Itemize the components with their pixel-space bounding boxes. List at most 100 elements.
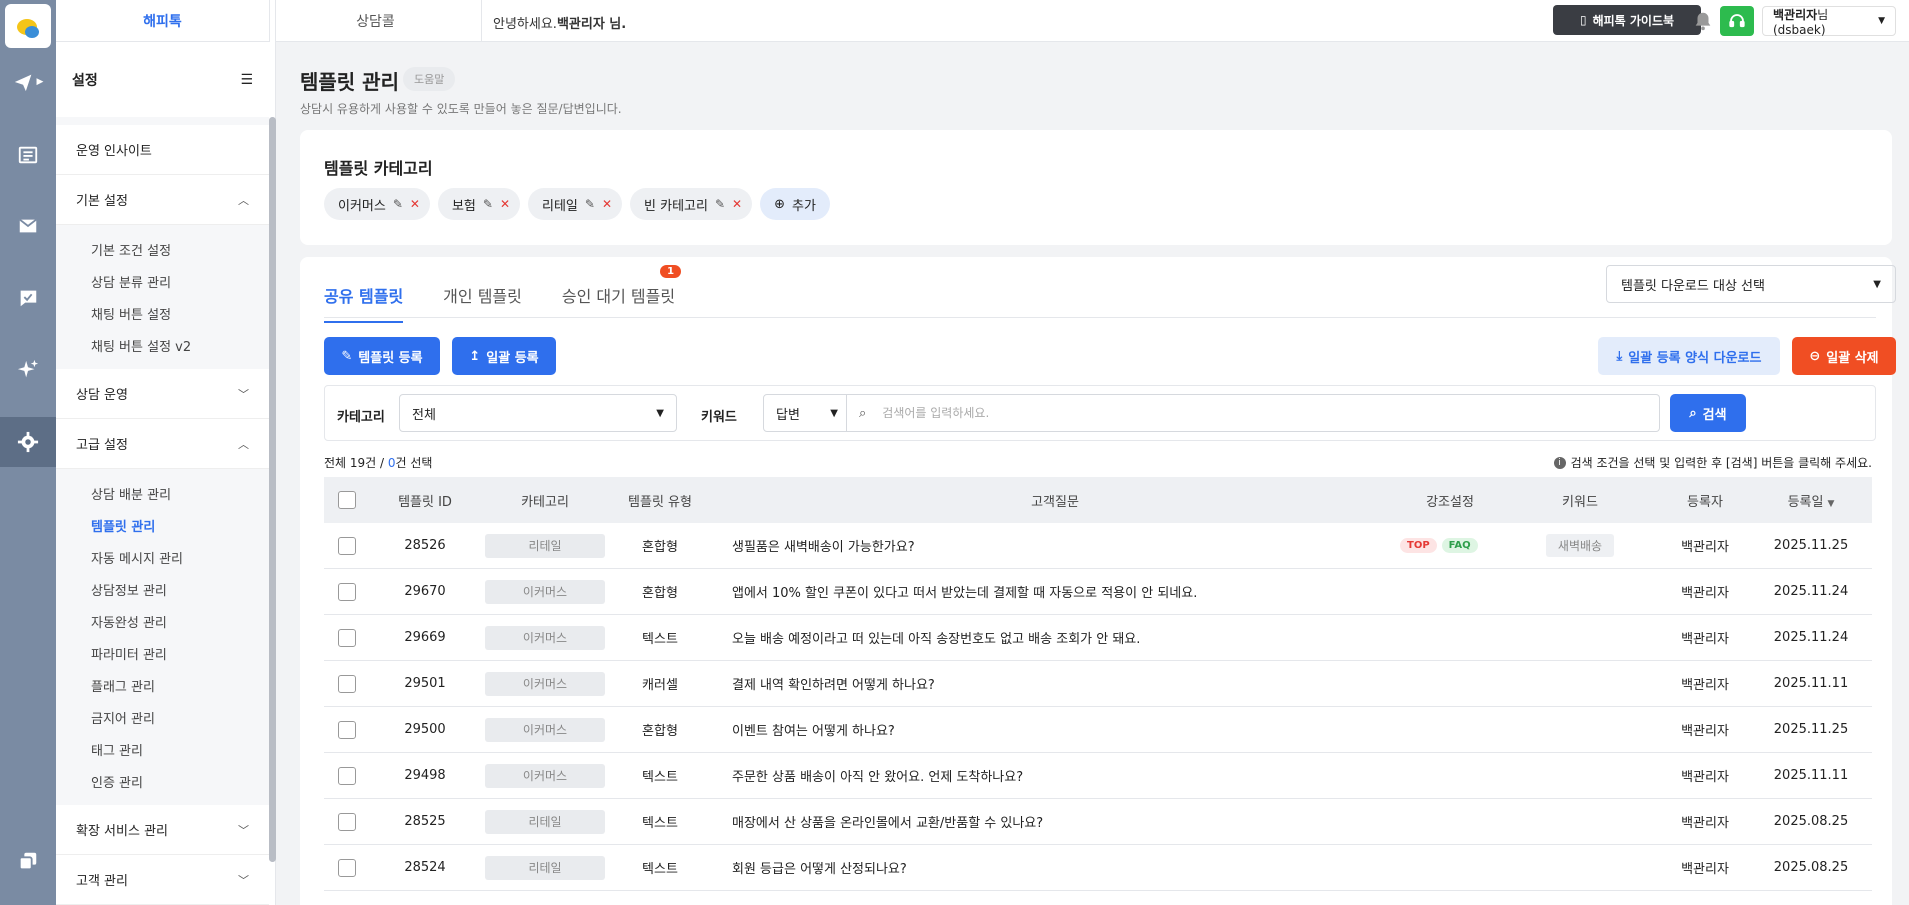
row-checkbox[interactable] xyxy=(338,582,356,601)
sidebar-item[interactable]: 채팅 버튼 설정 v2 xyxy=(56,329,269,361)
table-row[interactable]: 29669 이커머스 텍스트 오늘 배송 예정이라고 떠 있는데 아직 송장번호… xyxy=(324,615,1872,661)
sidebar-scrollbar[interactable] xyxy=(269,117,276,862)
top-bar: 상담콜 안녕하세요.백관리자 님. ▯ 해피톡 가이드북 백관리자님(dsbae… xyxy=(269,0,1909,42)
copy-icon[interactable] xyxy=(0,836,56,886)
tab-happytalk[interactable]: 해피톡 xyxy=(56,0,269,42)
row-checkbox[interactable] xyxy=(338,536,356,555)
category-chip[interactable]: 보험 ✎ ✕ xyxy=(437,188,521,220)
keyword-type-select[interactable]: 답변 ▼ xyxy=(763,394,847,432)
row-checkbox[interactable] xyxy=(338,720,356,739)
tab-consult-call[interactable]: 상담콜 xyxy=(269,0,482,42)
download-icon: ⤓ xyxy=(1616,348,1623,364)
result-summary: 전체 19건 / 0건 선택 xyxy=(324,456,433,470)
sidebar-item[interactable]: 파라미터 관리 xyxy=(56,637,269,669)
download-target-select[interactable]: 템플릿 다운로드 대상 선택 ▼ xyxy=(1606,265,1896,303)
keyword-filter-label: 키워드 xyxy=(701,410,737,425)
bell-icon[interactable] xyxy=(1692,10,1714,32)
search-filter: 카테고리 전체 ▼ 키워드 답변 ▼ ⌕ ⌕ 검색 xyxy=(324,385,1876,441)
sidebar-group-basic[interactable]: 기본 설정 ︿ xyxy=(56,175,269,225)
row-checkbox[interactable] xyxy=(338,674,356,693)
chevron-down-icon: ﹀ xyxy=(238,387,249,401)
close-icon[interactable]: ✕ xyxy=(500,197,510,211)
close-icon[interactable]: ✕ xyxy=(410,197,420,211)
sidebar-item[interactable]: 상담 배분 관리 xyxy=(56,477,269,509)
faq-badge: FAQ xyxy=(1441,538,1478,553)
sidebar-item[interactable]: 상담 분류 관리 xyxy=(56,265,269,297)
sidebar-item[interactable]: 태그 관리 xyxy=(56,733,269,765)
sparkle-icon[interactable] xyxy=(0,345,56,395)
table-row[interactable]: 28525 리테일 텍스트 매장에서 산 상품을 온라인몰에서 교환/반품할 수… xyxy=(324,799,1872,845)
category-filter-select[interactable]: 전체 ▼ xyxy=(399,394,677,432)
add-category-button[interactable]: ⊕ 추가 xyxy=(760,188,830,220)
sidebar-item[interactable]: 채팅 버튼 설정 xyxy=(56,297,269,329)
search-button[interactable]: ⌕ 검색 xyxy=(1670,394,1746,432)
paper-plane-icon[interactable]: ▶ xyxy=(0,57,56,107)
pencil-icon[interactable]: ✎ xyxy=(393,197,403,211)
sidebar-group-customer[interactable]: 고객 관리 ﹀ xyxy=(56,855,269,905)
caret-down-icon: ▼ xyxy=(830,407,838,419)
category-filter-label: 카테고리 xyxy=(337,410,385,425)
table-row[interactable]: 29501 이커머스 캐러셀 결제 내역 확인하려면 어떻게 하나요? 백관리자… xyxy=(324,661,1872,707)
search-input[interactable] xyxy=(882,406,1583,420)
select-all-checkbox[interactable] xyxy=(338,491,356,509)
download-form-button[interactable]: ⤓ 일괄 등록 양식 다운로드 xyxy=(1598,337,1780,375)
search-icon: ⌕ xyxy=(859,405,867,421)
upload-icon: ↥ xyxy=(469,348,481,364)
sidebar-title: 설정 xyxy=(72,72,98,89)
category-chip[interactable]: 리테일 ✎ ✕ xyxy=(528,188,623,220)
close-icon[interactable]: ✕ xyxy=(732,197,742,211)
category-title: 템플릿 카테고리 xyxy=(324,159,433,178)
row-checkbox[interactable] xyxy=(338,628,356,647)
sidebar: 해피톡 설정 ☰ 운영 인사이트 기본 설정 ︿ 기본 조건 설정 상담 분류 … xyxy=(56,0,276,905)
list-icon[interactable] xyxy=(0,130,56,180)
table-row[interactable]: 29498 이커머스 텍스트 주문한 상품 배송이 아직 안 왔어요. 언제 도… xyxy=(324,753,1872,799)
close-icon[interactable]: ✕ xyxy=(602,197,612,211)
happytalk-logo[interactable] xyxy=(5,4,51,48)
main-content: 템플릿 관리 도움말 상담시 유용하게 사용할 수 있도록 만들어 놓은 질문/… xyxy=(276,42,1909,905)
help-button[interactable]: 도움말 xyxy=(403,67,456,91)
template-list-card: 공유 템플릿 개인 템플릿 승인 대기 템플릿 1 템플릿 다운로드 대상 선택… xyxy=(300,257,1896,905)
category-chip[interactable]: 이커머스 ✎ ✕ xyxy=(324,188,430,220)
search-field[interactable]: ⌕ xyxy=(847,394,1660,432)
support-headset-button[interactable] xyxy=(1720,6,1754,36)
user-menu-select[interactable]: 백관리자님(dsbaek) ▼ xyxy=(1762,6,1896,37)
row-checkbox[interactable] xyxy=(338,812,356,831)
page-title: 템플릿 관리 xyxy=(300,70,399,94)
row-checkbox[interactable] xyxy=(338,858,356,877)
sidebar-item-template[interactable]: 템플릿 관리 xyxy=(56,509,269,541)
category-chip[interactable]: 빈 카테고리 ✎ ✕ xyxy=(630,188,753,220)
sidebar-item[interactable]: 인증 관리 xyxy=(56,765,269,797)
chat-check-icon[interactable] xyxy=(0,273,56,323)
collapse-sidebar-icon[interactable]: ☰ xyxy=(240,72,253,88)
pencil-icon[interactable]: ✎ xyxy=(715,197,725,211)
table-row[interactable]: 29670 이커머스 혼합형 앱에서 10% 할인 쿠폰이 있다고 떠서 받았는… xyxy=(324,569,1872,615)
sidebar-item[interactable]: 금지어 관리 xyxy=(56,701,269,733)
minus-circle-icon: ⊖ xyxy=(1809,348,1821,364)
sidebar-group-advanced[interactable]: 고급 설정 ︿ xyxy=(56,419,269,469)
mail-icon[interactable] xyxy=(0,201,56,251)
sidebar-item[interactable]: 자동완성 관리 xyxy=(56,605,269,637)
search-icon: ⌕ xyxy=(1689,405,1697,421)
bulk-register-button[interactable]: ↥ 일괄 등록 xyxy=(452,337,556,375)
sidebar-item[interactable]: 플래그 관리 xyxy=(56,669,269,701)
gear-icon[interactable] xyxy=(0,417,56,467)
book-icon: ▯ xyxy=(1579,13,1587,27)
table-row[interactable]: 28526 리테일 혼합형 생필품은 새벽배송이 가능한가요? TOP FAQ … xyxy=(324,523,1872,569)
sidebar-group-operation[interactable]: 상담 운영 ﹀ xyxy=(56,369,269,419)
sidebar-item-insight[interactable]: 운영 인사이트 xyxy=(56,125,269,175)
pencil-icon[interactable]: ✎ xyxy=(483,197,493,211)
table-row[interactable]: 29500 이커머스 혼합형 이벤트 참여는 어떻게 하나요? 백관리자 202… xyxy=(324,707,1872,753)
row-checkbox[interactable] xyxy=(338,766,356,785)
bulk-delete-button[interactable]: ⊖ 일괄 삭제 xyxy=(1792,337,1896,375)
chevron-down-icon: ﹀ xyxy=(238,823,249,837)
icon-rail: ▶ xyxy=(0,0,56,905)
pencil-icon[interactable]: ✎ xyxy=(585,197,595,211)
register-template-button[interactable]: ✎ 템플릿 등록 xyxy=(324,337,440,375)
table-row[interactable]: 28524 리테일 텍스트 회원 등급은 어떻게 산정되나요? 백관리자 202… xyxy=(324,845,1872,891)
sidebar-item[interactable]: 상담정보 관리 xyxy=(56,573,269,605)
sidebar-item[interactable]: 자동 메시지 관리 xyxy=(56,541,269,573)
guide-book-button[interactable]: ▯ 해피톡 가이드북 xyxy=(1553,5,1701,35)
sidebar-group-extension[interactable]: 확장 서비스 관리 ﹀ xyxy=(56,805,269,855)
sidebar-item[interactable]: 기본 조건 설정 xyxy=(56,233,269,265)
sort-by-date-header[interactable]: 등록일 ▼ xyxy=(1750,491,1872,510)
